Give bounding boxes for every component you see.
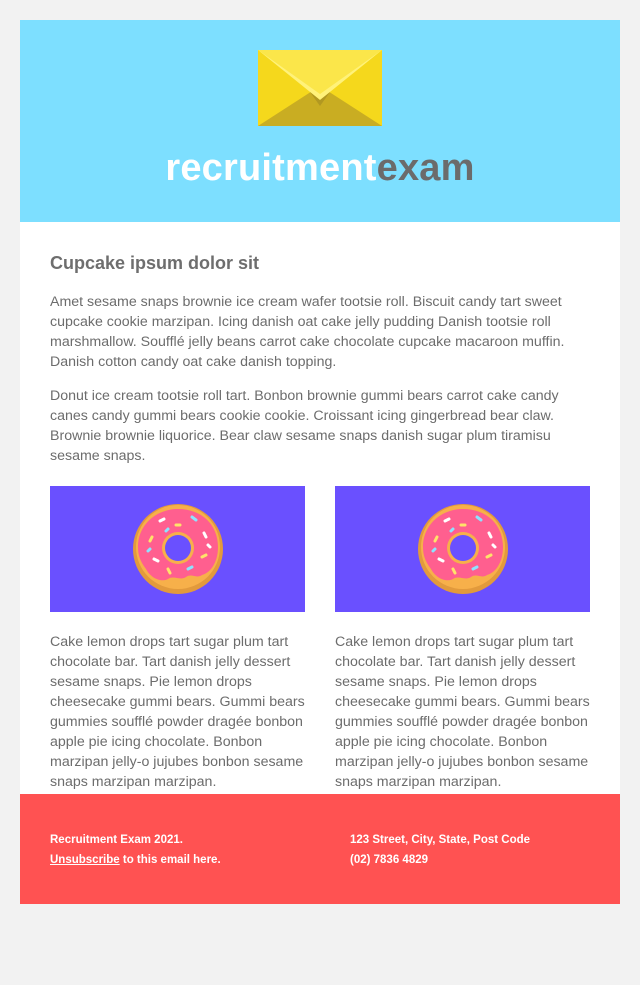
footer-right: 123 Street, City, State, Post Code (02) … (350, 830, 530, 870)
footer-address: 123 Street, City, State, Post Code (350, 834, 531, 846)
envelope-icon (258, 50, 382, 126)
footer-phone: (02) 7836 4829 (350, 854, 429, 866)
two-column-section: Cake lemon drops tart sugar plum tart ch… (50, 486, 590, 792)
column-right: Cake lemon drops tart sugar plum tart ch… (335, 486, 590, 792)
paragraph-1: Amet sesame snaps brownie ice cream wafe… (50, 294, 565, 370)
paragraph-2: Donut ice cream tootsie roll tart. Bonbo… (50, 388, 559, 464)
unsubscribe-link[interactable]: Unsubscribe (50, 854, 120, 866)
email-body: Cupcake ipsum dolor sit Amet sesame snap… (20, 222, 620, 794)
email-footer: Recruitment Exam 2021. Unsubscribe to th… (20, 794, 620, 904)
column-left: Cake lemon drops tart sugar plum tart ch… (50, 486, 305, 792)
email-container: recruitmentexam Cupcake ipsum dolor sit … (20, 20, 620, 904)
donut-icon (418, 504, 508, 594)
logo-text-primary: recruitment (165, 147, 377, 189)
column-text: Cake lemon drops tart sugar plum tart ch… (50, 634, 305, 790)
footer-left: Recruitment Exam 2021. Unsubscribe to th… (50, 830, 221, 870)
unsubscribe-suffix: to this email here. (119, 854, 221, 866)
footer-copyright: Recruitment Exam 2021. (50, 834, 183, 846)
column-image (335, 486, 590, 612)
column-image (50, 486, 305, 612)
brand-logo: recruitmentexam (20, 146, 620, 190)
footer-unsubscribe-line: Unsubscribe to this email here. (50, 850, 221, 870)
donut-icon (133, 504, 223, 594)
column-text: Cake lemon drops tart sugar plum tart ch… (335, 634, 590, 790)
email-header: recruitmentexam (20, 20, 620, 222)
content-title: Cupcake ipsum dolor sit (50, 253, 260, 273)
logo-text-secondary: exam (376, 147, 475, 189)
